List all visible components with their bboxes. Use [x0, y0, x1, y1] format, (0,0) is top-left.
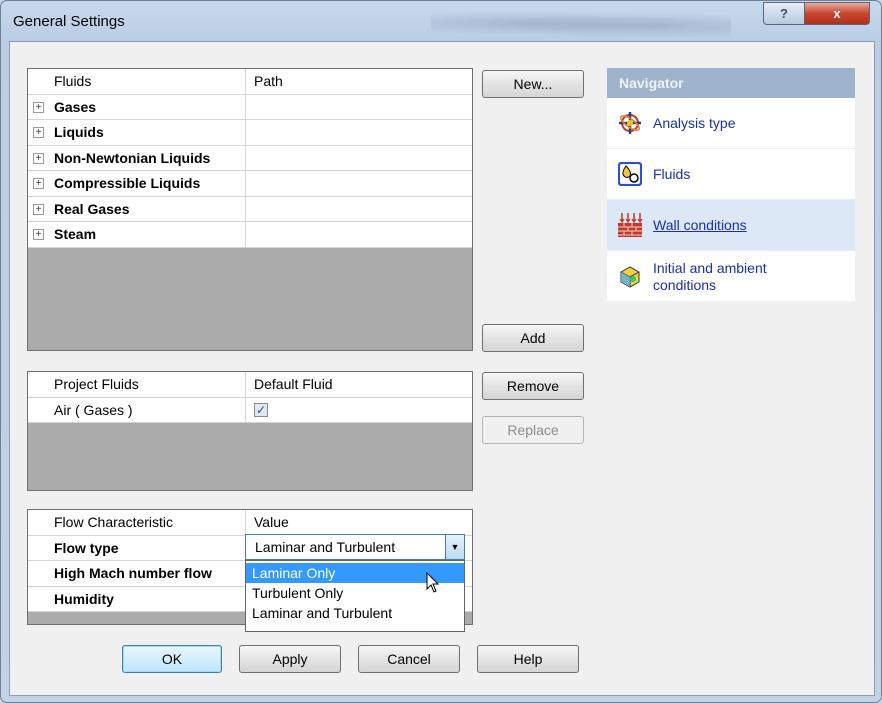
fluid-path — [246, 197, 472, 222]
nav-item-initial-conditions[interactable]: Initial and ambient conditions — [607, 251, 855, 302]
nav-item-label: Wall conditions — [653, 216, 747, 233]
chevron-down-icon[interactable]: ▼ — [445, 535, 464, 559]
general-settings-dialog: General Settings ? x Fluids Path + Gases… — [0, 0, 882, 703]
nav-item-fluids[interactable]: Fluids — [607, 149, 855, 200]
fluid-path — [246, 120, 472, 145]
expand-icon[interactable]: + — [33, 203, 44, 215]
nav-item-analysis-type[interactable]: Analysis type — [607, 98, 855, 149]
ok-button[interactable]: OK — [122, 645, 222, 673]
fluid-name: Real Gases — [28, 196, 246, 221]
title-bar: General Settings ? x — [1, 1, 881, 41]
dialog-client-area: Fluids Path + Gases + Liquids + Non-Newt… — [9, 41, 875, 696]
fluids-icon — [618, 162, 642, 186]
project-fluids-header: Project Fluids Default Fluid — [28, 372, 472, 398]
fluids-grid-header: Fluids Path — [28, 69, 472, 95]
close-button[interactable]: x — [804, 2, 870, 25]
new-button[interactable]: New... — [482, 70, 584, 98]
fluid-row-compressible[interactable]: + Compressible Liquids — [28, 171, 472, 197]
default-fluid-cell: ✓ — [246, 398, 472, 423]
remove-button[interactable]: Remove — [482, 372, 584, 400]
title-bar-decoration — [431, 9, 731, 37]
analysis-type-icon — [619, 112, 641, 134]
fluid-row-gases[interactable]: + Gases — [28, 94, 472, 120]
nav-item-label: Fluids — [653, 165, 691, 182]
fluid-name: Steam — [28, 222, 246, 247]
option-laminar-and-turbulent[interactable]: Laminar and Turbulent — [246, 603, 464, 623]
expand-icon[interactable]: + — [33, 127, 44, 138]
navigator-title: Navigator — [607, 68, 855, 98]
fluid-name: Compressible Liquids — [28, 171, 246, 196]
project-fluids-grid: Project Fluids Default Fluid Air ( Gases… — [27, 371, 473, 491]
flow-type-selected-value: Laminar and Turbulent — [255, 539, 396, 555]
flow-characteristic-name: High Mach number flow — [28, 561, 246, 586]
initial-conditions-icon — [620, 265, 640, 288]
fluid-row-non-newtonian[interactable]: + Non-Newtonian Liquids — [28, 145, 472, 171]
nav-item-wall-conditions[interactable]: Wall conditions — [607, 200, 855, 251]
close-icon: x — [833, 6, 841, 21]
project-fluid-name: Air ( Gases ) — [28, 397, 246, 422]
replace-button[interactable]: Replace — [482, 416, 584, 444]
mouse-pointer-icon — [426, 572, 440, 593]
fluid-path — [246, 95, 472, 120]
flow-characteristic-header: Flow Characteristic Value — [28, 510, 472, 536]
project-fluids-column-header: Project Fluids — [28, 372, 246, 397]
flow-type-dropdown-list: Laminar Only Turbulent Only Laminar and … — [245, 560, 465, 632]
cancel-button[interactable]: Cancel — [358, 645, 460, 673]
project-fluid-row[interactable]: Air ( Gases ) ✓ — [28, 397, 472, 423]
fluids-grid: Fluids Path + Gases + Liquids + Non-Newt… — [27, 68, 473, 351]
default-fluid-checkbox[interactable]: ✓ — [254, 402, 268, 417]
expand-icon[interactable]: + — [33, 152, 44, 164]
path-column-header: Path — [254, 73, 283, 90]
fluid-row-real-gases[interactable]: + Real Gases — [28, 196, 472, 222]
fluid-name: Gases — [28, 94, 246, 119]
flow-characteristic-name: Humidity — [28, 586, 246, 611]
flow-characteristic-name: Flow type — [28, 535, 246, 560]
add-button[interactable]: Add — [482, 324, 584, 352]
help-title-button[interactable]: ? — [763, 2, 805, 25]
fluid-path — [246, 146, 472, 171]
fluid-row-liquids[interactable]: + Liquids — [28, 120, 472, 146]
default-fluid-column-header: Default Fluid — [254, 376, 333, 393]
flow-type-select[interactable]: Laminar and Turbulent ▼ — [245, 534, 465, 560]
expand-icon[interactable]: + — [33, 229, 44, 240]
flow-characteristic-column-header: Flow Characteristic — [28, 510, 246, 535]
fluids-column-header: Fluids — [28, 69, 246, 94]
fluid-row-steam[interactable]: + Steam — [28, 222, 472, 248]
fluid-name: Non-Newtonian Liquids — [28, 145, 246, 170]
window-title: General Settings — [13, 13, 125, 30]
fluid-path — [246, 171, 472, 196]
value-column-header: Value — [254, 514, 289, 531]
fluid-path — [246, 222, 472, 247]
help-button[interactable]: Help — [477, 645, 579, 673]
nav-item-label: Initial and ambient conditions — [653, 259, 767, 293]
nav-item-label: Analysis type — [653, 114, 736, 131]
apply-button[interactable]: Apply — [239, 645, 341, 673]
navigator-panel: Navigator Analysis type Fluids Wall cond… — [607, 68, 855, 301]
expand-icon[interactable]: + — [33, 101, 44, 113]
expand-icon[interactable]: + — [33, 178, 44, 189]
wall-conditions-icon — [618, 213, 643, 237]
fluid-name: Liquids — [28, 120, 246, 145]
